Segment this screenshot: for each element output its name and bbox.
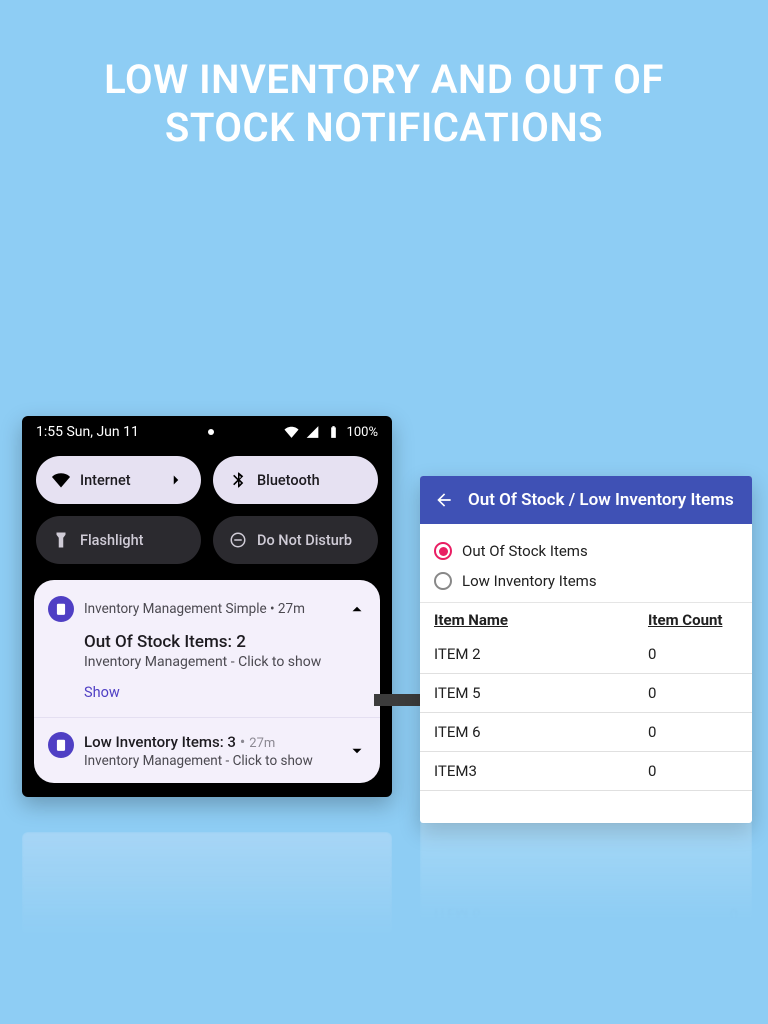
cell-item-count: 0 <box>648 723 738 741</box>
radio-low-inventory[interactable]: Low Inventory Items <box>434 566 738 596</box>
qs-bluetooth-label: Bluetooth <box>257 472 320 489</box>
flashlight-icon <box>52 531 70 549</box>
cell-item-name: ITEM 6 <box>434 723 648 741</box>
chevron-up-icon[interactable] <box>348 600 366 618</box>
notif2-age: 27m <box>249 736 275 751</box>
notif-show-action[interactable]: Show <box>84 684 120 701</box>
dnd-icon <box>229 531 247 549</box>
table-row[interactable]: ITEM3 0 <box>420 752 752 791</box>
app-icon <box>48 732 74 758</box>
cell-item-count: 0 <box>648 645 738 663</box>
cell-item-count: 0 <box>648 684 738 702</box>
chevron-down-icon[interactable] <box>348 742 366 760</box>
notification-header[interactable]: Inventory Management Simple • 27m <box>48 596 366 622</box>
wifi-icon <box>284 425 299 439</box>
col-item-name: Item Name <box>434 611 648 629</box>
battery-icon <box>326 425 341 439</box>
battery-percent: 100% <box>347 425 378 440</box>
chevron-right-icon <box>167 471 185 489</box>
radio-icon <box>434 542 452 560</box>
quick-settings-grid: Internet Bluetooth Flashlight Do Not Dis… <box>22 456 392 580</box>
qs-flashlight[interactable]: Flashlight <box>36 516 201 564</box>
notification-shade: 1:55 Sun, Jun 11 100% Internet Bluetooth… <box>22 416 392 797</box>
cell-item-name: ITEM 5 <box>434 684 648 702</box>
app-bar: Out Of Stock / Low Inventory Items <box>420 476 752 524</box>
notif-app-name: Inventory Management Simple <box>84 601 267 617</box>
col-item-count: Item Count <box>648 611 738 629</box>
notif-title: Out Of Stock Items: 2 <box>84 632 366 652</box>
table-row[interactable]: ITEM 2 0 <box>420 635 752 674</box>
app-panel-reflection: ITEM30 ITEM 60 <box>420 822 752 972</box>
radio-out-of-stock-label: Out Of Stock Items <box>462 542 588 560</box>
notification-card[interactable]: Inventory Management Simple • 27m Out Of… <box>34 580 380 783</box>
notif2-title: Low Inventory Items: 3 <box>84 733 236 751</box>
status-time-date: 1:55 Sun, Jun 11 <box>36 424 139 440</box>
hero-title: LOW INVENTORY AND OUT OF STOCK NOTIFICAT… <box>0 0 768 152</box>
bluetooth-icon <box>229 471 247 489</box>
clipboard-icon <box>54 602 68 616</box>
qs-internet-label: Internet <box>80 472 131 489</box>
table-row[interactable]: ITEM 5 0 <box>420 674 752 713</box>
cell-item-name: ITEM3 <box>434 762 648 780</box>
status-bar: 1:55 Sun, Jun 11 100% <box>22 416 392 456</box>
back-arrow-icon[interactable] <box>434 490 454 510</box>
qs-bluetooth[interactable]: Bluetooth <box>213 456 378 504</box>
phone-reflection: Low Inventory Items: 3 Inventory Managem… <box>22 832 392 992</box>
app-bar-title: Out Of Stock / Low Inventory Items <box>468 490 734 510</box>
qs-flashlight-label: Flashlight <box>80 532 144 549</box>
notif-age: 27m <box>278 601 305 617</box>
signal-icon <box>305 425 320 439</box>
table-row[interactable]: ITEM 6 0 <box>420 713 752 752</box>
notif-body: Inventory Management - Click to show <box>84 654 366 670</box>
status-icons: 100% <box>284 425 378 440</box>
notification-secondary[interactable]: Low Inventory Items: 3 • 27m Inventory M… <box>48 732 366 769</box>
qs-dnd[interactable]: Do Not Disturb <box>213 516 378 564</box>
radio-icon <box>434 572 452 590</box>
radio-out-of-stock[interactable]: Out Of Stock Items <box>434 536 738 566</box>
radio-low-inventory-label: Low Inventory Items <box>462 572 597 590</box>
cell-item-name: ITEM 2 <box>434 645 648 663</box>
inventory-app-panel: Out Of Stock / Low Inventory Items Out O… <box>420 476 752 823</box>
app-icon <box>48 596 74 622</box>
wifi-icon <box>52 471 70 489</box>
table-header: Item Name Item Count <box>420 602 752 635</box>
qs-internet[interactable]: Internet <box>36 456 201 504</box>
qs-dnd-label: Do Not Disturb <box>257 532 352 549</box>
clipboard-icon <box>54 738 68 752</box>
notif2-body: Inventory Management - Click to show <box>84 753 338 769</box>
cell-item-count: 0 <box>648 762 738 780</box>
